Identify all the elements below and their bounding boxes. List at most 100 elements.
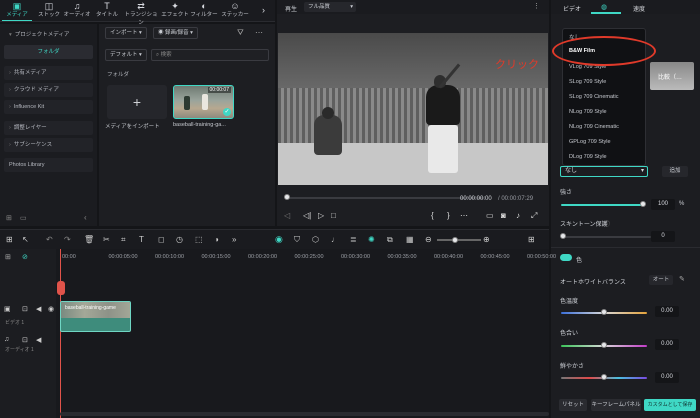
bracket-right-icon[interactable]: } xyxy=(447,211,450,220)
zoom-slider[interactable] xyxy=(437,239,481,241)
render-icon[interactable]: ◉ xyxy=(275,234,283,245)
color-toggle[interactable] xyxy=(560,254,572,261)
sidebar-item-project-media[interactable]: ▾ プロジェクトメディア xyxy=(4,28,93,42)
tab-video[interactable]: ビデオ xyxy=(563,4,581,13)
skin-tone-knob[interactable] xyxy=(560,233,566,239)
split-icon[interactable]: ✂ xyxy=(103,235,110,244)
sidebar-item-folder[interactable]: フォルダ xyxy=(4,45,93,59)
sidebar-item-influence-kit[interactable]: › Influence Kit xyxy=(4,100,93,114)
volume-icon[interactable]: ♪ xyxy=(516,211,520,220)
dropdown-item-gplog[interactable]: GPLog 709 Style xyxy=(569,139,611,145)
folder-icon[interactable]: ▭ xyxy=(20,214,27,222)
bracket-left-icon[interactable]: { xyxy=(431,211,434,220)
more-icon[interactable]: ⋯ xyxy=(460,211,468,220)
import-button[interactable]: インポート ▾ xyxy=(105,27,147,39)
keyframe-panel-button[interactable]: キーフレームパネル xyxy=(591,399,641,411)
skin-tone-value[interactable]: 0 xyxy=(651,231,675,242)
add-lut-button[interactable]: 追加 xyxy=(662,166,688,177)
color-icon[interactable]: ◑ xyxy=(214,235,219,244)
sidebar-item-cloud-media[interactable]: › クラウド メディア xyxy=(4,83,93,97)
sidebar-item-subsequence[interactable]: › サブシーケンス xyxy=(4,138,93,152)
tool-stock[interactable]: ◫ ストック xyxy=(34,1,64,21)
tool-title[interactable]: T タイトル xyxy=(92,1,122,21)
reset-button[interactable]: リセット xyxy=(559,399,587,411)
timeline-video-clip[interactable]: baseball-training-game xyxy=(60,301,131,332)
grid-icon[interactable]: ⊞ xyxy=(6,235,13,244)
sidebar-item-shared-media[interactable]: › 共有メディア xyxy=(4,66,93,80)
lock-icon[interactable]: ⊡ xyxy=(22,336,28,344)
tool-effect[interactable]: ✦ エフェクト xyxy=(160,1,190,21)
import-media-tile[interactable]: + xyxy=(107,85,167,119)
redo-icon[interactable]: ↷ xyxy=(64,235,71,244)
snapshot-icon[interactable]: ◙ xyxy=(501,211,506,220)
audio-track-icon[interactable]: ≣ xyxy=(350,235,357,244)
dropdown-item-nlog-style[interactable]: NLog 709 Style xyxy=(569,109,607,115)
timeline-scrollbar[interactable] xyxy=(60,412,549,416)
sidebar-item-adjustment-layer[interactable]: › 調整レイヤー xyxy=(4,121,93,135)
sort-select[interactable]: デフォルト ▾ xyxy=(105,49,147,61)
speed-icon[interactable]: ◷ xyxy=(176,235,183,244)
marker-icon[interactable]: ⛉ xyxy=(294,235,300,245)
tool-media[interactable]: ▣ メディア xyxy=(2,1,32,21)
dropdown-item-dlog[interactable]: DLog 709 Style xyxy=(569,154,607,160)
tint-value[interactable]: 0.00 xyxy=(655,339,679,350)
progress-track[interactable] xyxy=(285,197,485,199)
mic-icon[interactable]: ♩ xyxy=(331,235,339,244)
folder-add-icon[interactable]: ⊞ xyxy=(6,214,12,222)
mask-icon[interactable]: ◻ xyxy=(158,235,165,244)
play-icon[interactable]: ▷ xyxy=(318,211,324,220)
zoom-out-icon[interactable]: ⊖ xyxy=(425,235,432,244)
stop-icon[interactable]: □ xyxy=(331,211,336,220)
lock-icon[interactable]: ⊡ xyxy=(22,305,28,313)
tab-speed[interactable]: 速度 xyxy=(633,4,645,13)
zoom-knob[interactable] xyxy=(452,237,458,243)
dropdown-item-slog-style[interactable]: SLog 709 Style xyxy=(569,79,606,85)
sidebar-item-photos-library[interactable]: Photos Library xyxy=(4,158,93,172)
tool-filter[interactable]: ◐ フィルター xyxy=(189,1,219,21)
help-icon[interactable]: ⓘ xyxy=(604,219,610,228)
link-icon[interactable]: ⊘ xyxy=(22,253,28,261)
playhead[interactable] xyxy=(60,249,61,418)
tint-knob[interactable] xyxy=(601,342,607,348)
display-icon[interactable]: ▭ xyxy=(486,211,494,220)
playhead-marker[interactable] xyxy=(57,281,65,295)
more-icon[interactable]: ⋮ xyxy=(533,2,540,10)
chevron-right-icon[interactable]: › xyxy=(262,5,265,15)
skin-tone-slider[interactable] xyxy=(561,236,651,238)
text-icon[interactable]: T xyxy=(139,235,144,244)
temperature-knob[interactable] xyxy=(601,309,607,315)
more-icon[interactable]: ⋯ xyxy=(255,28,263,37)
add-track-icon[interactable]: ⊞ xyxy=(5,253,11,261)
save-custom-button[interactable]: カスタムとして保存 xyxy=(644,399,696,411)
lut-select[interactable]: なし ▾ xyxy=(560,166,648,177)
quality-select[interactable]: フル品質 ▾ xyxy=(304,2,356,12)
temperature-value[interactable]: 0.00 xyxy=(655,306,679,317)
step-back-icon[interactable]: ◁| xyxy=(303,211,311,220)
strength-value[interactable]: 100 xyxy=(651,199,675,210)
fullscreen-icon[interactable]: ⤢ xyxy=(531,211,537,221)
vibrance-knob[interactable] xyxy=(601,374,607,380)
mark-in-icon[interactable]: ◁ xyxy=(284,211,290,220)
tool-sticker[interactable]: ☺ ステッカー xyxy=(219,1,251,21)
tab-color-icon[interactable]: ◍ xyxy=(601,3,607,11)
strength-knob[interactable] xyxy=(640,201,646,207)
tool-audio[interactable]: ♫ オーディオ xyxy=(62,1,92,21)
delete-icon[interactable]: 🗑 xyxy=(84,235,94,244)
layout-icon[interactable]: ▦ xyxy=(406,235,414,244)
timeline-grid-icon[interactable]: ⊞ xyxy=(528,235,535,244)
mute-icon[interactable]: ◀ xyxy=(36,336,41,344)
shield-icon[interactable]: ⬡ xyxy=(312,235,319,244)
search-input[interactable]: ⌕ 検索 xyxy=(151,49,269,61)
tool-transition[interactable]: ⇄ トランジション xyxy=(124,1,158,26)
auto-wb-button[interactable]: オート xyxy=(649,275,673,285)
dropdown-item-nlog-cinematic[interactable]: NLog 709 Cinematic xyxy=(569,124,619,130)
dropdown-item-slog-cinematic[interactable]: SLog 709 Cinematic xyxy=(569,94,619,100)
progress-knob[interactable] xyxy=(284,194,290,200)
zoom-in-icon[interactable]: ⊕ xyxy=(483,235,490,244)
pip-icon[interactable]: ⧉ xyxy=(387,235,393,245)
vibrance-value[interactable]: 0.00 xyxy=(655,372,679,383)
filter-settings-icon[interactable]: ⛛ xyxy=(237,28,244,38)
eye-icon[interactable]: ◉ xyxy=(48,305,54,313)
transform-icon[interactable]: ⬚ xyxy=(195,235,203,244)
crop-icon[interactable]: ⌗ xyxy=(121,235,126,245)
